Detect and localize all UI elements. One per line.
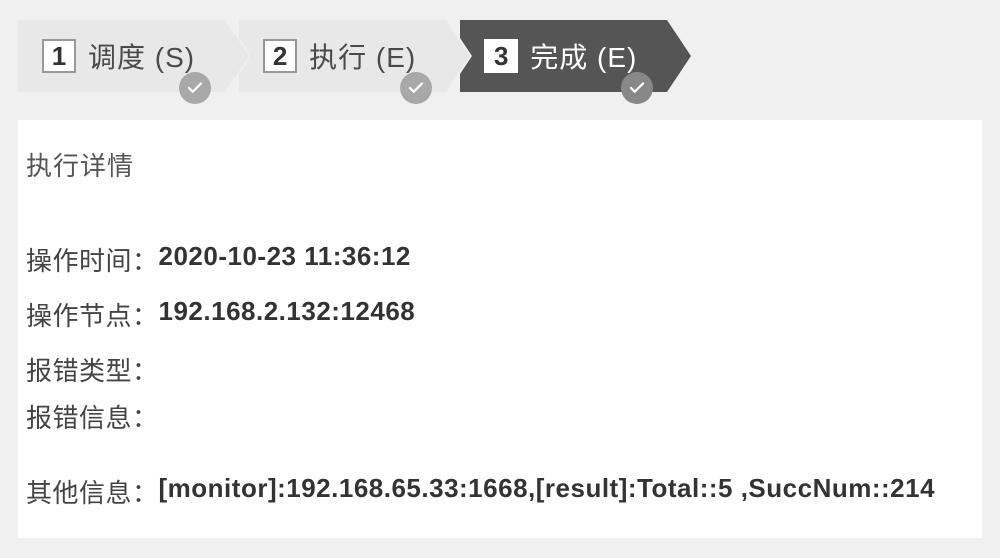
detail-panel: 执行详情 操作时间： 2020-10-23 11:36:12 操作节点： 192…	[18, 120, 982, 538]
err-info-label: 报错信息：	[26, 398, 159, 435]
step-execute[interactable]: 2 执行 (E)	[239, 20, 446, 92]
step-number: 1	[42, 39, 76, 73]
check-icon	[400, 72, 432, 104]
step-complete[interactable]: 3 完成 (E)	[460, 20, 667, 92]
step-label: 执行 (E)	[309, 36, 416, 76]
panel-title: 执行详情	[26, 146, 974, 183]
check-icon	[179, 72, 211, 104]
step-bar: 1 调度 (S) 2 执行 (E) 3 完成 (E)	[18, 20, 982, 92]
row-other-info: 其他信息： [monitor]:192.168.65.33:1668,[resu…	[26, 473, 974, 510]
op-node-label: 操作节点：	[26, 296, 159, 333]
other-info-label: 其他信息：	[26, 473, 159, 510]
step-number: 3	[484, 39, 518, 73]
step-number: 2	[263, 39, 297, 73]
err-type-label: 报错类型：	[26, 351, 159, 388]
row-err-type: 报错类型：	[26, 351, 974, 388]
step-dispatch[interactable]: 1 调度 (S)	[18, 20, 225, 92]
step-label: 完成 (E)	[530, 36, 637, 76]
op-time-label: 操作时间：	[26, 241, 159, 278]
check-icon	[621, 72, 653, 104]
page-container: 1 调度 (S) 2 执行 (E) 3 完成 (E) 执行详情 操作时间： 20…	[0, 0, 1000, 558]
row-op-node: 操作节点： 192.168.2.132:12468	[26, 296, 974, 333]
op-node-value: 192.168.2.132:12468	[159, 296, 416, 333]
row-op-time: 操作时间： 2020-10-23 11:36:12	[26, 241, 974, 278]
other-info-value: [monitor]:192.168.65.33:1668,[result]:To…	[159, 473, 936, 510]
op-time-value: 2020-10-23 11:36:12	[159, 241, 411, 278]
row-err-info: 报错信息：	[26, 398, 974, 435]
step-label: 调度 (S)	[88, 36, 195, 76]
